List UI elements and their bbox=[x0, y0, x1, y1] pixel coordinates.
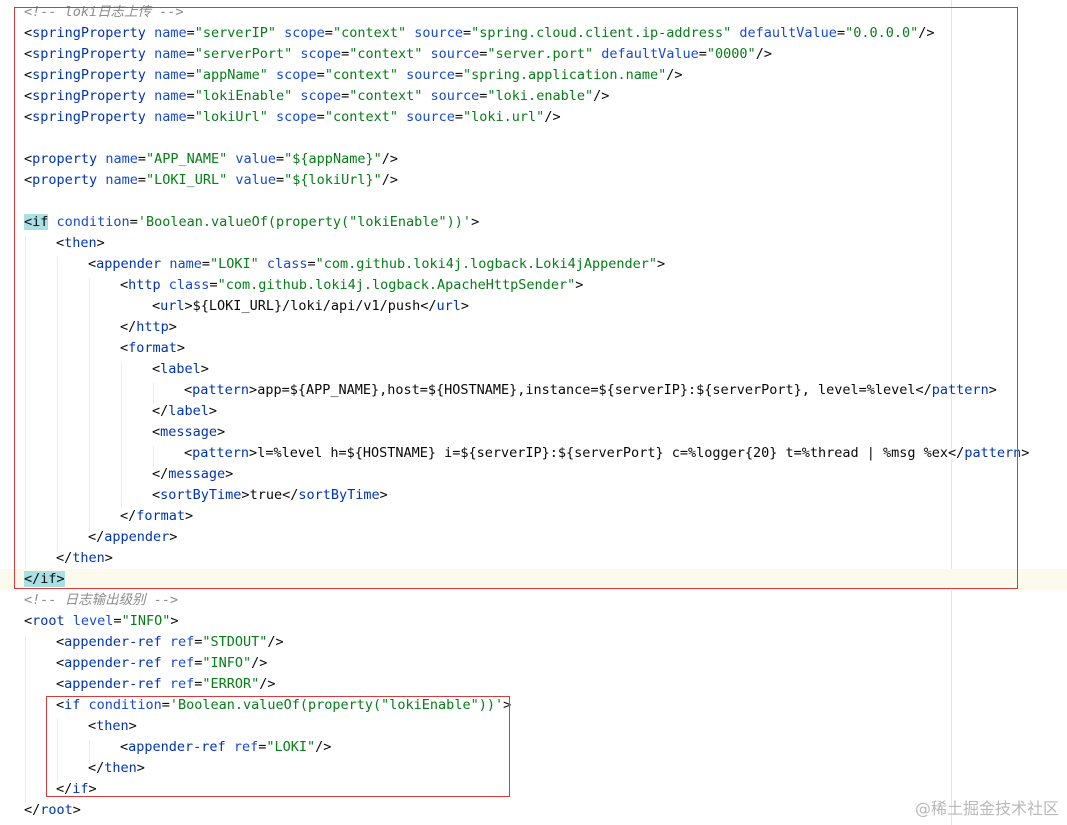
annotation-box-loki-ref bbox=[46, 696, 510, 797]
xml-attribute: ref bbox=[169, 634, 195, 650]
code-line[interactable]: <root level="INFO"> bbox=[24, 611, 179, 632]
xml-tag-name: root bbox=[32, 613, 65, 629]
xml-punctuation: /> bbox=[259, 676, 276, 692]
xml-attribute: ref bbox=[169, 655, 195, 671]
xml-punctuation: /> bbox=[251, 655, 268, 671]
xml-text bbox=[162, 634, 170, 650]
xml-text bbox=[162, 676, 170, 692]
xml-punctuation: > bbox=[72, 802, 81, 818]
xml-punctuation: < bbox=[56, 655, 65, 671]
xml-attribute-value: "STDOUT" bbox=[202, 634, 268, 650]
xml-attribute: ref bbox=[169, 676, 195, 692]
xml-punctuation: < bbox=[24, 613, 33, 629]
code-line[interactable]: </root> bbox=[24, 800, 81, 821]
xml-attribute-value: "ERROR" bbox=[202, 676, 260, 692]
annotation-box-loki-appender bbox=[14, 7, 1018, 589]
xml-punctuation: = bbox=[113, 613, 122, 629]
xml-punctuation: </ bbox=[24, 802, 41, 818]
xml-tag-name: appender-ref bbox=[64, 655, 162, 671]
xml-tag-name: appender-ref bbox=[64, 634, 162, 650]
xml-punctuation: /> bbox=[267, 634, 284, 650]
xml-comment: <!-- 日志输出级别 --> bbox=[24, 592, 179, 608]
code-editor[interactable]: <!-- loki日志上传 --> <springProperty name="s… bbox=[0, 0, 1067, 825]
code-line[interactable]: <appender-ref ref="INFO"/> bbox=[24, 653, 267, 674]
code-line[interactable]: <appender-ref ref="STDOUT"/> bbox=[24, 632, 284, 653]
xml-punctuation: > bbox=[170, 613, 179, 629]
xml-text bbox=[65, 613, 73, 629]
watermark: @稀土掘金技术社区 bbox=[914, 799, 1059, 818]
xml-attribute-value: "INFO" bbox=[202, 655, 252, 671]
xml-punctuation: > bbox=[1021, 445, 1030, 461]
xml-punctuation: < bbox=[56, 676, 65, 692]
code-line[interactable]: <appender-ref ref="ERROR"/> bbox=[24, 674, 276, 695]
xml-punctuation: < bbox=[56, 634, 65, 650]
xml-text bbox=[162, 655, 170, 671]
xml-attribute: level bbox=[72, 613, 114, 629]
xml-tag-name: appender-ref bbox=[64, 676, 162, 692]
xml-attribute-value: "INFO" bbox=[121, 613, 171, 629]
code-line[interactable]: <!-- 日志输出级别 --> bbox=[24, 590, 178, 611]
xml-tag-name: root bbox=[40, 802, 73, 818]
